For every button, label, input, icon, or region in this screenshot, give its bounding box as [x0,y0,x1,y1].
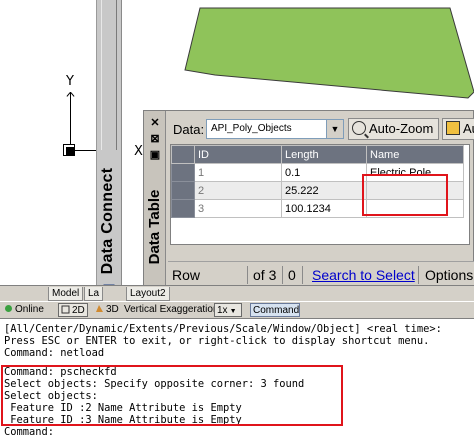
divider [418,266,419,284]
ucs-x-label: X [134,144,143,159]
row-header[interactable] [171,199,195,218]
view-3d-toggle[interactable]: 3D [93,303,121,317]
row-header[interactable] [171,163,195,182]
data-table-sidebar[interactable]: ✕ ⊠ ▣ Data Table [144,111,166,287]
online-icon [5,305,12,312]
options-button[interactable]: Options [425,267,473,283]
column-header-name[interactable]: Name [366,145,464,164]
cell-id[interactable]: 2 [194,181,282,200]
data-table-toolbar: Data: API_Poly_Objects ▼ Auto-Zoom Auto-… [168,117,474,143]
select-icon [446,121,460,135]
tab-layout1[interactable]: La [84,287,104,301]
empty-cell [366,217,464,236]
view-3d-label: 3D [106,304,119,315]
view-2d-label: 2D [72,305,85,316]
vertical-exaggeration-select[interactable]: 1x ▼ [214,303,242,317]
chevron-down-icon[interactable]: ▼ [326,120,343,138]
column-header-length[interactable]: Length [281,145,367,164]
highlight-box-empty-names [362,174,448,216]
tab-layout2[interactable]: Layout2 [126,287,170,301]
grid-header-row: ID Length Name [171,145,464,164]
layout-tabs: Model La Layout2 [0,285,474,302]
view-2d-toggle[interactable]: 2D [58,303,88,317]
row-label: Row [172,267,201,283]
command-line: Command: netload [4,347,105,359]
auto-select-label: Auto-S [463,121,474,136]
close-icon[interactable]: ✕ [148,117,162,130]
vertical-exaggeration-label: Vertical Exaggeration: [124,304,222,315]
online-status[interactable]: Online [2,303,46,317]
auto-select-button[interactable]: Auto-S [442,118,474,140]
data-label: Data: [173,122,205,137]
view-2d-icon [61,305,70,314]
row-header[interactable] [171,181,195,200]
search-to-select-link[interactable]: Search to Select [312,267,415,283]
auto-zoom-label: Auto-Zoom [369,121,434,136]
palette-grip[interactable] [101,0,117,150]
divider [247,266,248,284]
selected-count: 0 [288,267,296,283]
properties-icon[interactable]: ▣ [148,149,162,162]
auto-zoom-button[interactable]: Auto-Zoom [348,118,439,140]
data-table-title: Data Table [146,189,163,265]
column-header-id[interactable]: ID [194,145,282,164]
online-label: Online [15,304,44,315]
command-line: Press ESC or ENTER to exit, or right-cli… [4,335,430,347]
command-tab[interactable]: Command [250,303,300,317]
empty-cell [281,217,367,236]
command-prompt[interactable]: Command: [4,426,54,438]
command-line: [All/Center/Dynamic/Extents/Previous/Sca… [4,323,442,335]
ucs-y-axis [70,92,71,144]
tab-model[interactable]: Model [48,287,84,301]
ucs-origin-icon [66,147,74,155]
autohide-icon[interactable]: ⊠ [148,133,162,146]
ucs-y-label: Y [66,74,74,89]
zoom-icon [352,121,366,135]
grid-empty-row [171,217,464,236]
cell-id[interactable]: 3 [194,199,282,218]
cell-length[interactable]: 100.1234 [281,199,367,218]
row-header [171,217,195,236]
data-connect-palette[interactable]: Data Connect [96,0,122,300]
chevron-down-icon: ▼ [229,308,237,315]
data-source-select[interactable]: API_Poly_Objects ▼ [206,119,344,139]
row-of-label: of 3 [253,267,277,283]
data-connect-title[interactable]: Data Connect [99,154,121,288]
vertical-exaggeration-value: 1x [217,305,228,316]
cell-id[interactable]: 1 [194,163,282,182]
view-3d-icon [96,305,103,312]
data-table-status-bar: Row of 3 0 Search to Select Options [168,261,474,288]
empty-cell [194,217,282,236]
highlight-box-command-output [1,365,343,426]
divider [282,266,283,284]
data-source-value: API_Poly_Objects [211,123,292,134]
divider [302,266,303,284]
cell-length[interactable]: 0.1 [281,163,367,182]
cell-length[interactable]: 25.222 [281,181,367,200]
grid-corner[interactable] [171,145,195,164]
